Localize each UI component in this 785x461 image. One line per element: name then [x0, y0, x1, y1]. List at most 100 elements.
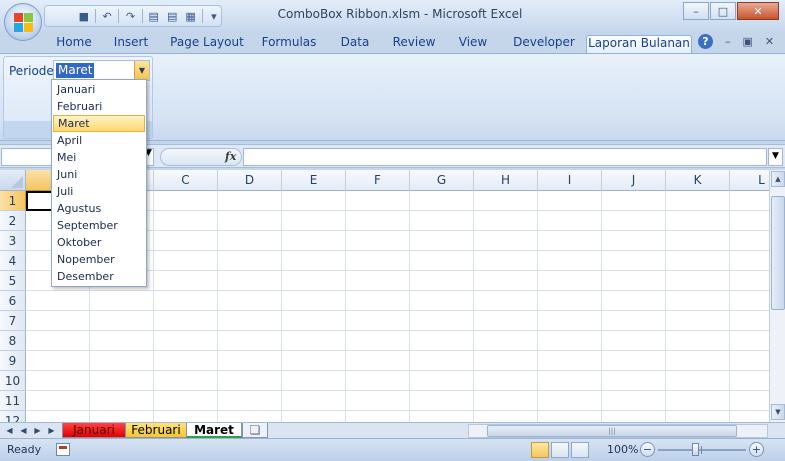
row-header-4[interactable]: 4 [0, 251, 26, 271]
zoom-slider-thumb[interactable] [692, 443, 699, 456]
grid-line [665, 191, 666, 422]
close-button[interactable]: ✕ [737, 2, 779, 20]
horizontal-scrollbar[interactable]: ||| [468, 424, 768, 438]
formula-tools: fx [160, 148, 242, 166]
grid-line [281, 191, 282, 422]
grid-line [26, 390, 769, 391]
tab-developer[interactable]: Developer [506, 35, 582, 53]
horizontal-scroll-thumb[interactable]: ||| [487, 425, 737, 437]
sheet-tab-januari[interactable]: Januari [62, 423, 126, 438]
column-header-j[interactable]: J [602, 170, 666, 191]
expand-formula-bar-icon[interactable]: ▼ [768, 148, 783, 166]
tab-formulas[interactable]: Formulas [258, 35, 320, 53]
first-sheet-icon[interactable]: ◀ [4, 425, 15, 437]
zoom-level[interactable]: 100% [607, 443, 638, 456]
dropdown-item-april[interactable]: April [53, 132, 145, 149]
row-header-5[interactable]: 5 [0, 271, 26, 291]
minimize-button[interactable]: – [683, 2, 709, 20]
zoom-slider-track[interactable] [658, 449, 746, 451]
print-preview-icon[interactable]: ▤ [147, 8, 161, 24]
zoom-out-icon[interactable]: − [640, 442, 655, 457]
dropdown-item-mei[interactable]: Mei [53, 149, 145, 166]
tab-data[interactable]: Data [333, 35, 377, 53]
save-as-icon[interactable]: ▤ [165, 8, 179, 24]
column-header-g[interactable]: G [410, 170, 474, 191]
zoom-in-icon[interactable]: + [749, 442, 764, 457]
open-icon[interactable]: ▦ [183, 8, 197, 24]
periode-combobox[interactable]: Maret ▼ [53, 60, 150, 81]
title-bar: ■ ↶ ↷ ▤ ▤ ▦ ▾ ComboBox Ribbon.xlsm - Mic… [0, 0, 785, 41]
column-header-l[interactable]: L [730, 170, 769, 191]
ribbon-minimize-icon[interactable]: – [725, 35, 731, 48]
scroll-up-icon[interactable]: ▲ [771, 171, 785, 187]
tab-page-layout[interactable]: Page Layout [166, 35, 248, 53]
tab-view[interactable]: View [451, 35, 495, 53]
page-break-view-icon[interactable] [571, 442, 589, 458]
row-header-8[interactable]: 8 [0, 331, 26, 351]
ribbon-close-icon[interactable]: ✕ [765, 35, 774, 48]
row-header-10[interactable]: 10 [0, 371, 26, 391]
window-controls: – □ ✕ [683, 2, 779, 20]
row-header-11[interactable]: 11 [0, 391, 26, 411]
help-icon[interactable]: ? [698, 34, 713, 49]
chevron-down-icon[interactable]: ▼ [134, 61, 149, 80]
row-header-3[interactable]: 3 [0, 231, 26, 251]
row-header-6[interactable]: 6 [0, 291, 26, 311]
column-header-e[interactable]: E [282, 170, 346, 191]
row-header-12[interactable]: 12 [0, 411, 26, 422]
ribbon-tab-strip: Home Insert Page Layout Formulas Data Re… [0, 31, 785, 53]
tab-home[interactable]: Home [50, 35, 98, 53]
row-header-7[interactable]: 7 [0, 311, 26, 331]
scroll-down-icon[interactable]: ▼ [771, 404, 785, 420]
status-bar: Ready 100% − + [0, 438, 785, 461]
column-header-k[interactable]: K [666, 170, 730, 191]
customize-qat-icon[interactable]: ▾ [207, 8, 221, 24]
dropdown-item-juni[interactable]: Juni [53, 166, 145, 183]
dropdown-item-juli[interactable]: Juli [53, 183, 145, 200]
dropdown-item-agustus[interactable]: Agustus [53, 200, 145, 217]
row-header-2[interactable]: 2 [0, 211, 26, 231]
vertical-scrollbar[interactable]: ▲ ▼ [769, 170, 785, 422]
dropdown-item-februari[interactable]: Februari [53, 98, 145, 115]
tab-review[interactable]: Review [387, 35, 441, 53]
next-sheet-icon[interactable]: ▶ [32, 425, 43, 437]
normal-view-icon[interactable] [531, 442, 549, 458]
dropdown-item-maret[interactable]: Maret [53, 115, 145, 132]
tab-insert[interactable]: Insert [106, 35, 156, 53]
dropdown-item-nopember[interactable]: Nopember [53, 251, 145, 268]
vertical-scroll-thumb[interactable] [771, 196, 785, 310]
undo-icon[interactable]: ↶ [100, 8, 114, 24]
dropdown-item-januari[interactable]: Januari [53, 81, 145, 98]
insert-sheet-icon[interactable]: ❏ [242, 423, 268, 438]
column-header-c[interactable]: C [154, 170, 218, 191]
sheet-tab-februari[interactable]: Februari [125, 423, 187, 438]
formula-input[interactable] [243, 148, 767, 166]
row-header-9[interactable]: 9 [0, 351, 26, 371]
select-all-button[interactable] [0, 170, 26, 191]
column-header-h[interactable]: H [474, 170, 538, 191]
column-header-f[interactable]: F [346, 170, 410, 191]
ribbon-restore-icon[interactable]: ▣ [743, 35, 753, 48]
redo-icon[interactable]: ↷ [123, 8, 137, 24]
dropdown-item-september[interactable]: September [53, 217, 145, 234]
office-button[interactable] [4, 3, 42, 41]
prev-sheet-icon[interactable]: ◀ [18, 425, 29, 437]
combo-value[interactable]: Maret [56, 63, 95, 78]
last-sheet-icon[interactable]: ▶ [46, 425, 57, 437]
dropdown-item-desember[interactable]: Desember [53, 268, 145, 285]
save-icon[interactable]: ■ [77, 8, 91, 24]
periode-dropdown-list: Januari Februari Maret April Mei Juni Ju… [51, 79, 147, 287]
sheet-tab-maret[interactable]: Maret [186, 423, 242, 438]
page-layout-view-icon[interactable] [551, 442, 569, 458]
dropdown-item-oktober[interactable]: Oktober [53, 234, 145, 251]
macro-record-icon[interactable] [56, 443, 70, 456]
sheet-tab-bar: ◀ ◀ ▶ ▶ Januari Februari Maret ❏ ||| [0, 422, 785, 438]
maximize-button[interactable]: □ [710, 2, 736, 20]
insert-function-icon[interactable]: fx [225, 150, 236, 163]
column-header-d[interactable]: D [218, 170, 282, 191]
row-header-1[interactable]: 1 [0, 191, 26, 211]
column-header-i[interactable]: I [538, 170, 602, 191]
grid-line [26, 370, 769, 371]
tab-laporan-bulanan[interactable]: Laporan Bulanan [586, 35, 692, 53]
qat-separator [141, 9, 143, 23]
